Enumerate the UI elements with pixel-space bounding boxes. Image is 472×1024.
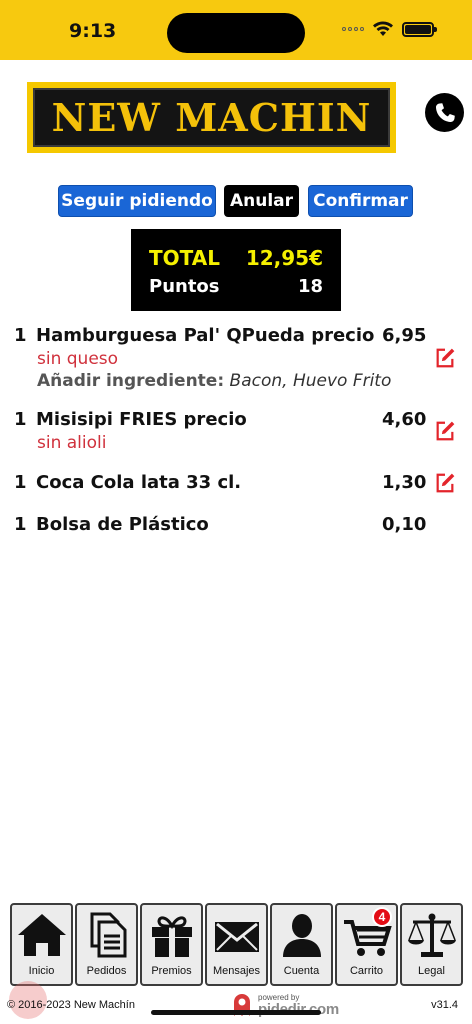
total-value: 12,95€ xyxy=(245,246,323,270)
tab-label: Cuenta xyxy=(283,965,320,977)
item-quantity: 1 xyxy=(14,472,27,493)
status-bar: 9:13 xyxy=(0,0,472,60)
call-button[interactable] xyxy=(425,93,464,132)
logo-text: NEW MACHIN xyxy=(51,95,372,140)
wifi-icon xyxy=(373,21,393,36)
item-quantity: 1 xyxy=(14,409,27,430)
item-quantity: 1 xyxy=(14,325,27,346)
item-price: 6,95 xyxy=(382,325,427,346)
total-row: TOTAL 12,95€ xyxy=(149,243,323,273)
item-name: Misisipi FRIES precio xyxy=(36,409,247,430)
points-label: Puntos xyxy=(149,275,220,297)
tab-legal[interactable]: Legal xyxy=(400,903,463,986)
dynamic-island xyxy=(167,13,305,53)
item-name: Hamburguesa Pal' QPueda precio xyxy=(36,325,375,346)
tab-carrito[interactable]: 4 Carrito xyxy=(335,903,398,986)
home-indicator[interactable] xyxy=(151,1010,321,1015)
tab-pedidos[interactable]: Pedidos xyxy=(75,903,138,986)
item-price: 0,10 xyxy=(382,514,427,535)
tab-label: Carrito xyxy=(349,965,383,977)
order-total-box: TOTAL 12,95€ Puntos 18 xyxy=(131,229,341,311)
item-quantity: 1 xyxy=(14,514,27,535)
status-icons xyxy=(342,21,437,37)
item-price: 4,60 xyxy=(382,409,427,430)
tab-inicio[interactable]: Inicio xyxy=(10,903,73,986)
tab-label: Mensajes xyxy=(212,965,261,977)
confirm-order-button[interactable]: Confirmar xyxy=(308,185,413,217)
item-modifier: sin alioli xyxy=(37,433,107,453)
extra-value: Bacon, Huevo Frito xyxy=(224,371,392,391)
tab-label: Premios xyxy=(151,965,192,977)
documents-icon xyxy=(90,912,126,958)
app-version: v31.4 xyxy=(431,999,458,1011)
order-actions: Seguir pidiendo Anular Confirmar xyxy=(0,185,472,217)
tab-premios[interactable]: Premios xyxy=(140,903,203,986)
user-icon xyxy=(282,914,321,957)
bottom-tab-bar: Inicio Pedidos Premios Mensajes Cuenta 4… xyxy=(10,903,464,986)
copyright-text: © 2016-2023 New Machín xyxy=(7,999,135,1011)
gift-icon xyxy=(151,916,192,957)
item-name: Bolsa de Plástico xyxy=(36,514,209,535)
battery-icon xyxy=(402,21,437,37)
item-name: Coca Cola lata 33 cl. xyxy=(36,472,242,493)
points-value: 18 xyxy=(297,275,323,297)
tab-cuenta[interactable]: Cuenta xyxy=(270,903,333,986)
item-extra: Añadir ingrediente: Bacon, Huevo Frito xyxy=(37,371,391,391)
tab-label: Pedidos xyxy=(86,965,127,977)
edit-icon[interactable] xyxy=(434,420,456,442)
home-icon xyxy=(17,914,66,956)
item-modifier: sin queso xyxy=(37,349,119,369)
cart-count-badge: 4 xyxy=(372,907,392,927)
total-label: TOTAL xyxy=(149,246,220,270)
extra-label: Añadir ingrediente: xyxy=(37,371,225,391)
tab-label: Inicio xyxy=(28,965,55,977)
edit-icon[interactable] xyxy=(434,347,456,369)
status-time: 9:13 xyxy=(69,20,117,42)
cancel-order-button[interactable]: Anular xyxy=(224,185,299,217)
continue-ordering-button[interactable]: Seguir pidiendo xyxy=(58,185,216,217)
points-row: Puntos 18 xyxy=(149,273,323,299)
logo-panel: NEW MACHIN xyxy=(33,88,390,147)
tab-label: Legal xyxy=(418,965,445,977)
envelope-icon xyxy=(214,922,259,952)
item-price: 1,30 xyxy=(382,472,427,493)
signal-icon xyxy=(342,27,364,31)
restaurant-logo[interactable]: NEW MACHIN xyxy=(27,82,396,153)
edit-icon[interactable] xyxy=(434,472,456,494)
scales-icon xyxy=(407,913,456,957)
tab-mensajes[interactable]: Mensajes xyxy=(205,903,268,986)
phone-icon xyxy=(435,102,455,122)
